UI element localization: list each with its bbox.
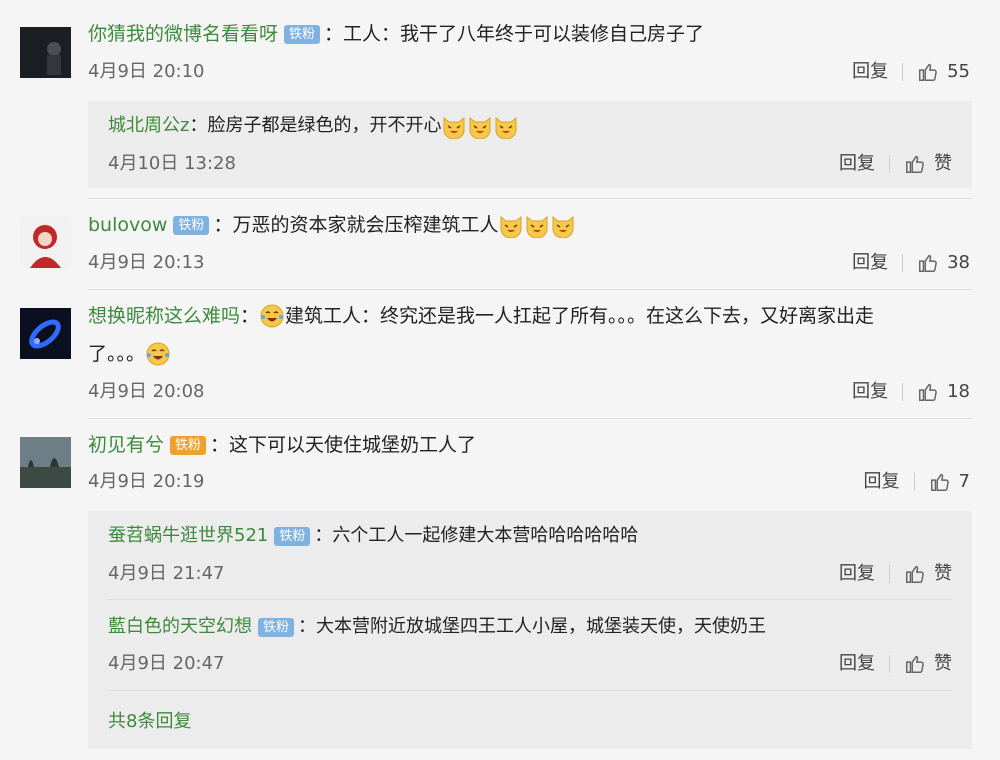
laughing-cat-emoji: [552, 215, 574, 238]
reply-button[interactable]: 回复: [839, 152, 875, 176]
reply-actions: 回复 赞: [839, 652, 952, 676]
timestamp: 4月9日 20:10: [88, 61, 205, 82]
avatar-image: [20, 437, 71, 488]
like-label[interactable]: 赞: [934, 652, 952, 676]
avatar[interactable]: [20, 308, 71, 359]
comment-text: ：这下可以天使住城堡奶工人了: [210, 434, 477, 456]
divider: [88, 418, 972, 419]
comment-line: 初见有兮 铁粉 ：这下可以天使住城堡奶工人了: [88, 432, 476, 458]
like-count: 38: [947, 252, 970, 273]
like-count: 7: [958, 471, 970, 492]
avatar[interactable]: [20, 27, 71, 78]
comment-line: 了。。。: [88, 341, 171, 367]
comment-actions: 回复 38: [852, 251, 970, 275]
fan-badge: 铁粉: [173, 215, 210, 235]
like-label[interactable]: 赞: [934, 152, 952, 176]
thumbs-up-icon[interactable]: [904, 153, 926, 175]
like-count: 18: [947, 381, 970, 402]
comment-line: 想换昵称这么难吗 ： 建筑工人：终究还是我一人扛起了所有。。。在这么下去，又好离…: [88, 303, 874, 329]
reply-timestamp: 4月9日 20:47: [108, 653, 225, 674]
username[interactable]: bulovow: [88, 212, 167, 238]
comment-actions: 回复 55: [852, 60, 970, 84]
reply-timestamp: 4月9日 21:47: [108, 563, 225, 584]
laughing-cat-emoji: [526, 215, 548, 238]
reply-line: 城北周公z ：脸房子都是绿色的，开不开心: [108, 113, 519, 139]
thumbs-up-icon[interactable]: [929, 471, 951, 493]
thumbs-up-icon[interactable]: [917, 61, 939, 83]
timestamp: 4月9日 20:08: [88, 381, 205, 402]
reply-text: ：脸房子都是绿色的，开不开心: [189, 115, 442, 136]
fan-badge: 铁粉: [274, 526, 311, 546]
like-count: 55: [947, 61, 970, 82]
username[interactable]: 初见有兮: [88, 432, 164, 458]
reply-button[interactable]: 回复: [852, 251, 888, 275]
divider: [88, 198, 972, 199]
divider: [108, 599, 952, 600]
comment-line: bulovow 铁粉 ：万恶的资本家就会压榨建筑工人: [88, 212, 576, 238]
divider: [108, 690, 952, 691]
comment-text: 了。。。: [88, 343, 146, 365]
laughing-cat-emoji: [443, 116, 465, 139]
reply-button[interactable]: 回复: [864, 470, 900, 494]
divider: [902, 254, 904, 272]
reply-username[interactable]: 蚕苕蜗牛逛世界521: [108, 523, 268, 549]
comment-actions: 回复 18: [852, 380, 970, 404]
reply-actions: 回复 赞: [839, 152, 952, 176]
username[interactable]: 你猜我的微博名看看呀: [88, 21, 278, 47]
divider: [889, 655, 890, 673]
divider: [889, 565, 890, 583]
crying-laugh-emoji: [146, 342, 170, 366]
divider: [88, 289, 972, 290]
reply-button[interactable]: 回复: [839, 652, 875, 676]
thumbs-up-icon[interactable]: [904, 653, 926, 675]
avatar[interactable]: [20, 217, 71, 268]
reply-line: 蚕苕蜗牛逛世界521 铁粉 ：六个工人一起修建大本营哈哈哈哈哈哈: [108, 523, 638, 549]
thumbs-up-icon[interactable]: [904, 563, 926, 585]
comment-actions: 回复 7: [864, 470, 970, 494]
reply-line: 藍白色的天空幻想 铁粉 ：大本营附近放城堡四王工人小屋，城堡装天使，天使奶王: [108, 614, 766, 640]
reply-text: ：六个工人一起修建大本营哈哈哈哈哈哈: [314, 525, 639, 546]
like-label[interactable]: 赞: [934, 562, 952, 586]
fan-badge: 铁粉: [170, 435, 207, 455]
comment-line: 你猜我的微博名看看呀 铁粉 ：工人：我干了八年终于可以装修自己房子了: [88, 21, 704, 47]
reply-username[interactable]: 城北周公z: [108, 113, 189, 139]
thumbs-up-icon[interactable]: [917, 381, 939, 403]
comment-feed: 你猜我的微博名看看呀 铁粉 ：工人：我干了八年终于可以装修自己房子了 4月9日 …: [0, 0, 1000, 760]
laughing-cat-emoji: [495, 116, 517, 139]
avatar[interactable]: [20, 437, 71, 488]
laughing-cat-emoji: [500, 215, 522, 238]
comment-colon: ：: [240, 305, 260, 327]
comment-text: ：工人：我干了八年终于可以装修自己房子了: [324, 23, 705, 45]
timestamp: 4月9日 20:19: [88, 471, 205, 492]
reply-box: 蚕苕蜗牛逛世界521 铁粉 ：六个工人一起修建大本营哈哈哈哈哈哈 4月9日 21…: [88, 511, 972, 749]
laughing-cat-emoji: [469, 116, 491, 139]
username[interactable]: 想换昵称这么难吗: [88, 303, 240, 329]
avatar-image: [20, 217, 71, 268]
reply-button[interactable]: 回复: [852, 60, 888, 84]
divider: [913, 473, 915, 491]
reply-button[interactable]: 回复: [852, 380, 888, 404]
divider: [889, 155, 890, 173]
reply-text: ：大本营附近放城堡四王工人小屋，城堡装天使，天使奶王: [298, 616, 767, 637]
reply-button[interactable]: 回复: [839, 562, 875, 586]
divider: [902, 63, 904, 81]
reply-username[interactable]: 藍白色的天空幻想: [108, 614, 252, 640]
comment-text: 建筑工人：终究还是我一人扛起了所有。。。在这么下去，又好离家出走: [285, 305, 875, 327]
reply-box: 城北周公z ：脸房子都是绿色的，开不开心 4月10日 13:28 回复 赞: [88, 101, 972, 188]
fan-badge: 铁粉: [284, 24, 321, 44]
reply-actions: 回复 赞: [839, 562, 952, 586]
timestamp: 4月9日 20:13: [88, 252, 205, 273]
crying-laugh-emoji: [260, 304, 284, 328]
avatar-image: [20, 27, 71, 78]
more-replies-link[interactable]: 共8条回复: [108, 707, 191, 733]
reply-timestamp: 4月10日 13:28: [108, 153, 236, 174]
comment-text: ：万恶的资本家就会压榨建筑工人: [213, 214, 499, 236]
divider: [902, 383, 904, 401]
avatar-image: [20, 308, 71, 359]
thumbs-up-icon[interactable]: [917, 252, 939, 274]
fan-badge: 铁粉: [258, 617, 295, 637]
